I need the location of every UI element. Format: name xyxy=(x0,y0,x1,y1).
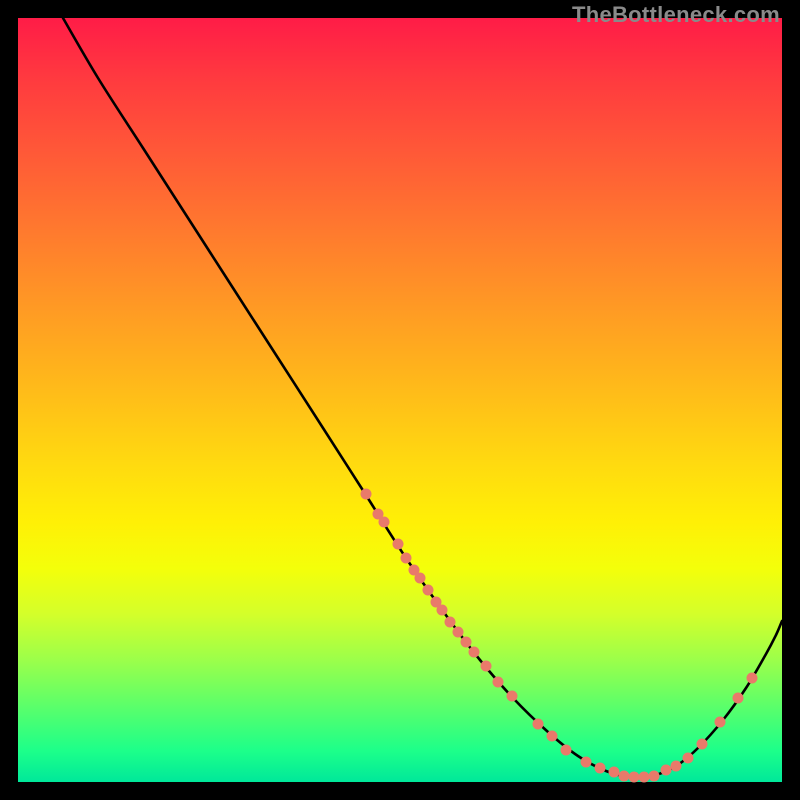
curve-marker xyxy=(733,693,744,704)
curve-marker xyxy=(547,731,558,742)
curve-marker xyxy=(683,753,694,764)
curve-marker xyxy=(393,539,404,550)
curve-marker xyxy=(361,489,372,500)
curve-marker xyxy=(401,553,412,564)
plot-svg xyxy=(18,18,782,782)
watermark-text: TheBottleneck.com xyxy=(572,2,780,28)
curve-marker xyxy=(461,637,472,648)
curve-marker xyxy=(671,761,682,772)
curve-marker xyxy=(415,573,426,584)
bottleneck-gradient-plot xyxy=(18,18,782,782)
curve-marker xyxy=(533,719,544,730)
curve-marker xyxy=(493,677,504,688)
curve-marker xyxy=(561,745,572,756)
curve-marker xyxy=(437,605,448,616)
curve-marker xyxy=(423,585,434,596)
curve-marker xyxy=(629,772,640,783)
curve-marker xyxy=(619,771,630,782)
bottleneck-curve xyxy=(63,18,782,778)
curve-marker-group xyxy=(361,489,758,783)
curve-marker xyxy=(715,717,726,728)
curve-marker xyxy=(639,772,650,783)
curve-marker xyxy=(649,771,660,782)
curve-marker xyxy=(469,647,480,658)
curve-marker xyxy=(595,763,606,774)
curve-marker xyxy=(453,627,464,638)
curve-marker xyxy=(697,739,708,750)
curve-marker xyxy=(507,691,518,702)
curve-marker xyxy=(661,765,672,776)
curve-marker xyxy=(481,661,492,672)
curve-marker xyxy=(581,757,592,768)
curve-marker xyxy=(747,673,758,684)
curve-marker xyxy=(379,517,390,528)
curve-marker xyxy=(445,617,456,628)
curve-marker xyxy=(609,767,620,778)
